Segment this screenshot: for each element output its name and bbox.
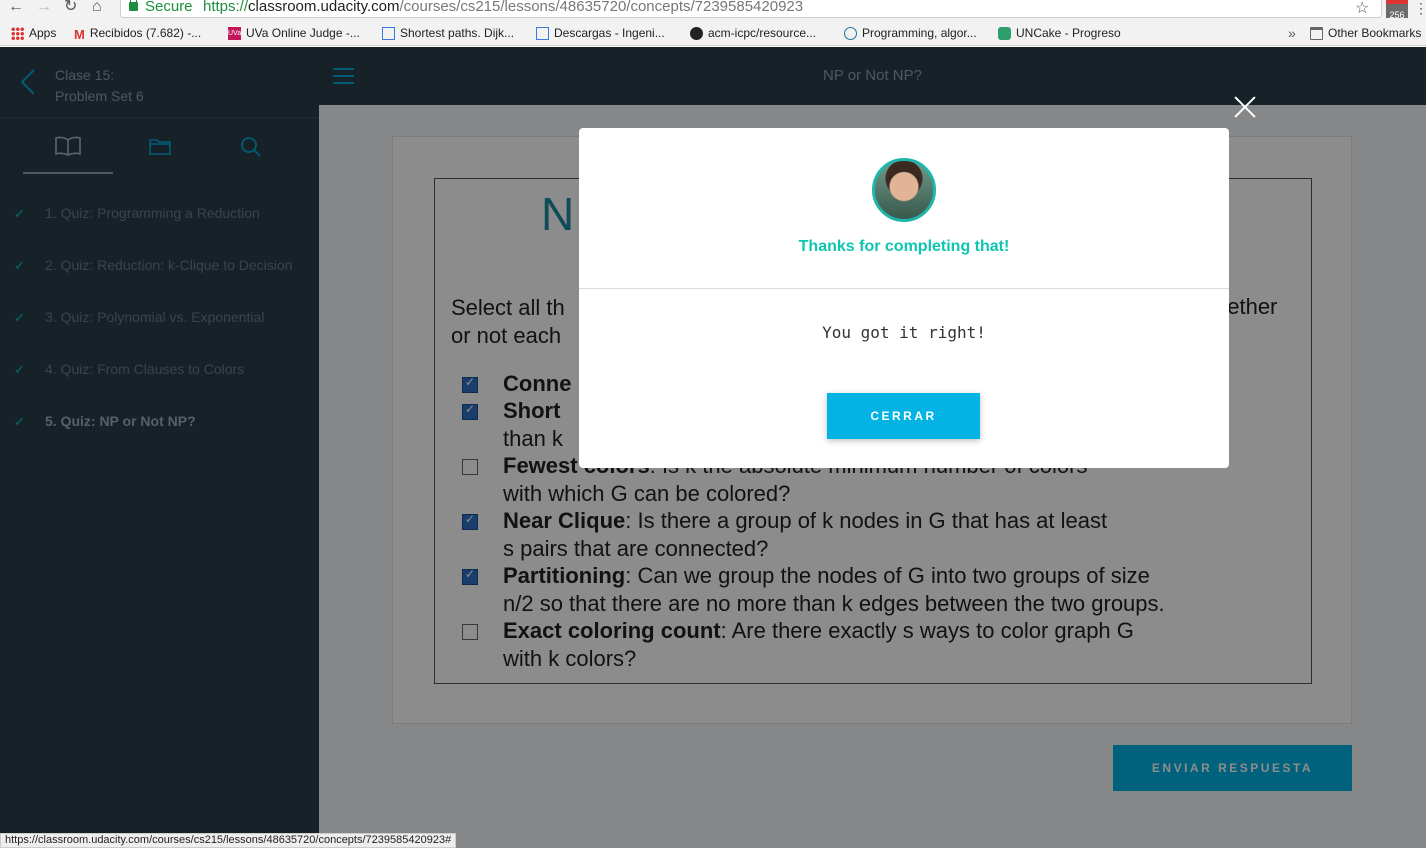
cake-icon <box>998 26 1011 40</box>
lock-icon <box>129 0 138 11</box>
home-icon[interactable]: ⌂ <box>92 0 102 15</box>
reload-icon[interactable]: ↻ <box>64 0 77 15</box>
forward-arrow-icon[interactable]: → <box>36 0 52 15</box>
extension-badge-icon[interactable]: 256 <box>1386 0 1408 20</box>
url-text[interactable]: https://classroom.udacity.com/courses/cs… <box>203 0 803 15</box>
uva-icon: UVa <box>228 26 241 40</box>
bookmark-gmail[interactable]: M Recibidos (7.682) -... <box>74 26 201 42</box>
close-icon[interactable] <box>1233 95 1257 119</box>
wordpress-icon <box>844 26 857 40</box>
bookmark-descargas[interactable]: Descargas - Ingeni... <box>536 26 665 40</box>
result-modal: Thanks for completing that! You got it r… <box>579 128 1229 468</box>
github-icon <box>690 26 703 40</box>
modal-heading: Thanks for completing that! <box>798 238 1010 255</box>
document-icon <box>536 26 549 40</box>
bookmark-acm-icpc[interactable]: acm-icpc/resource... <box>690 26 816 40</box>
bookmark-apps[interactable]: Apps <box>11 26 56 40</box>
modal-divider <box>579 288 1229 289</box>
bookmark-shortest-paths[interactable]: Shortest paths. Dijk... <box>382 26 514 40</box>
browser-toolbar: ← → ↻ ⌂ Secure https://classroom.udacity… <box>0 0 1426 22</box>
bookmarks-overflow[interactable]: » <box>1288 25 1296 41</box>
bookmarks-bar: Apps M Recibidos (7.682) -... UVa UVa Onli… <box>0 22 1426 46</box>
browser-menu-icon[interactable]: ⋮ <box>1414 0 1426 17</box>
url-bar[interactable]: Secure https://classroom.udacity.com/cou… <box>120 0 1382 18</box>
bookmark-uncake[interactable]: UNCake - Progreso <box>998 26 1121 40</box>
modal-message: You got it right! <box>822 323 986 342</box>
secure-label: Secure <box>145 0 193 15</box>
back-arrow-icon[interactable]: ← <box>8 0 24 15</box>
document-icon <box>382 26 395 40</box>
close-modal-button[interactable]: CERRAR <box>827 393 980 439</box>
instructor-avatar <box>872 158 936 222</box>
bookmark-programming[interactable]: Programming, algor... <box>844 26 977 40</box>
other-bookmarks[interactable]: Other Bookmarks <box>1310 26 1421 40</box>
status-bar-url: https://classroom.udacity.com/courses/cs… <box>0 833 457 848</box>
bookmark-star-icon[interactable]: ☆ <box>1355 0 1369 18</box>
folder-icon <box>1310 26 1323 40</box>
apps-icon <box>11 26 24 40</box>
gmail-icon: M <box>74 26 85 42</box>
bookmark-uva[interactable]: UVa UVa Online Judge -... <box>228 26 360 40</box>
